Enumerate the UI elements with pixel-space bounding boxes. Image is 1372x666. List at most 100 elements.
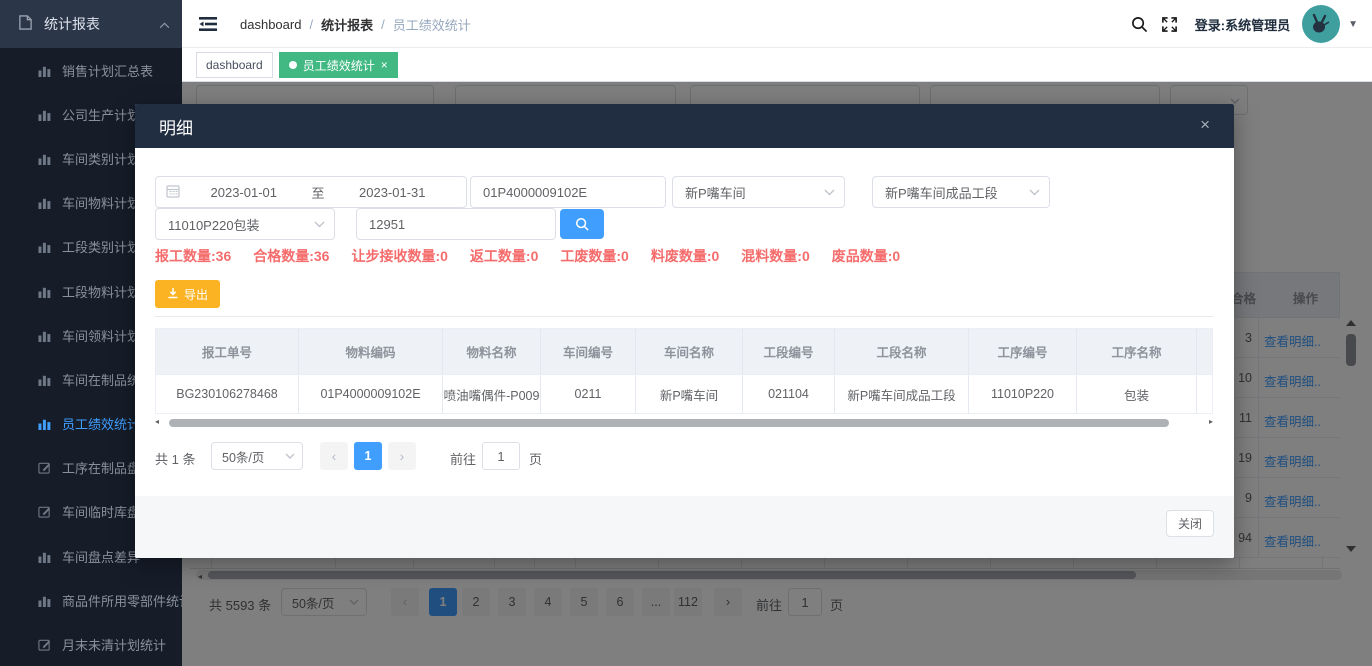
sidebar-item-month-end-open-plan[interactable]: 月末未清计划统计 xyxy=(0,622,182,666)
sidebar-item-label: 销售计划汇总表 xyxy=(62,61,153,80)
modal-header: 明细 × xyxy=(135,104,1234,148)
stat-qualified-qty: 合格数量:36 xyxy=(253,246,329,266)
detail-page-size-select[interactable]: 50条/页 xyxy=(211,442,303,470)
sidebar-item-label: 商品件所用零部件统计 xyxy=(62,591,182,610)
detail-page-button-1[interactable]: 1 xyxy=(354,442,382,470)
detail-table-horizontal-scrollbar[interactable]: ◂ ▸ xyxy=(155,417,1213,429)
caret-down-icon[interactable]: ▼ xyxy=(1348,19,1358,30)
search-button[interactable] xyxy=(560,209,604,239)
breadcrumb-dashboard[interactable]: dashboard xyxy=(240,17,301,32)
page-size-value: 50条/页 xyxy=(222,447,264,466)
tab-close-icon[interactable]: × xyxy=(381,59,388,71)
sidebar-item-label: 工段类别计划 xyxy=(62,237,140,256)
avatar[interactable] xyxy=(1302,5,1340,43)
sidebar-item-label: 月末未清计划统计 xyxy=(62,635,166,654)
col-header: 报工单号 xyxy=(156,329,299,374)
detail-pagination: 共 1 条 50条/页 ‹ 1 › 前往 页 xyxy=(135,442,1234,470)
edit-icon xyxy=(38,638,52,652)
date-range-picker[interactable]: 2023-01-01 至 2023-01-31 xyxy=(155,176,467,208)
export-button[interactable]: 导出 xyxy=(155,280,220,308)
bar-chart-icon xyxy=(38,196,52,210)
sidebar-item-label: 员工绩效统计 xyxy=(62,414,140,433)
scrollbar-thumb[interactable] xyxy=(169,419,1169,427)
employee-no-input[interactable] xyxy=(357,209,555,239)
stat-waste-qty: 废品数量:0 xyxy=(832,246,900,266)
col-header: 工段编号 xyxy=(743,329,835,374)
detail-table-header-row: 报工单号 物料编码 物料名称 车间编号 车间名称 工段编号 工段名称 工序编号 … xyxy=(156,329,1212,374)
sidebar-menu-statistics-reports[interactable]: 统计报表 xyxy=(0,0,182,48)
process-select[interactable]: 11010P220包装 xyxy=(155,208,335,240)
cell-process-no: 11010P220 xyxy=(969,374,1077,413)
sidebar-toggle-icon[interactable] xyxy=(198,14,218,34)
chevron-up-icon xyxy=(159,16,170,32)
login-user-label: 登录:系统管理员 xyxy=(1195,15,1290,34)
detail-next-page-button[interactable]: › xyxy=(388,442,416,470)
sidebar-item-product-parts-stats[interactable]: 商品件所用零部件统计 xyxy=(0,578,182,622)
section-select[interactable]: 新P嘴车间成品工段 xyxy=(872,176,1050,208)
bar-chart-icon xyxy=(38,284,52,298)
close-button-label: 关闭 xyxy=(1178,515,1202,532)
cell-material-code: 01P4000009102E xyxy=(299,374,443,413)
cell-section-name: 新P嘴车间成品工段 xyxy=(835,374,969,413)
bar-chart-icon xyxy=(38,151,52,165)
bar-chart-icon xyxy=(38,593,52,607)
col-header: 工序编号 xyxy=(969,329,1077,374)
tab-employee-performance[interactable]: 员工绩效统计 × xyxy=(279,52,398,78)
stat-concession-qty: 让步接收数量:0 xyxy=(351,246,447,266)
detail-table: 报工单号 物料编码 物料名称 车间编号 车间名称 工段编号 工段名称 工序编号 … xyxy=(155,328,1213,414)
modal-title: 明细 xyxy=(159,114,193,139)
workshop-select[interactable]: 新P嘴车间 xyxy=(672,176,845,208)
modal-close-icon[interactable]: × xyxy=(1200,116,1210,133)
cell-material-name: 喷油嘴偶件-P009 xyxy=(443,374,541,413)
sidebar-item-label: 工段物料计划 xyxy=(62,282,140,301)
active-tab-dot xyxy=(289,61,297,69)
detail-page-unit-label: 页 xyxy=(529,449,542,468)
sidebar-item-sales-plan-summary[interactable]: 销售计划汇总表 xyxy=(0,48,182,92)
calendar-icon xyxy=(166,184,180,201)
bar-chart-icon xyxy=(38,372,52,386)
chevron-down-icon xyxy=(1029,189,1040,196)
sidebar-header-label: 统计报表 xyxy=(44,14,159,34)
sidebar-item-label: 车间物料计划 xyxy=(62,193,140,212)
breadcrumb-statistics[interactable]: 统计报表 xyxy=(321,15,373,34)
close-button[interactable]: 关闭 xyxy=(1166,510,1214,537)
detail-table-row: BG230106278468 01P4000009102E 喷油嘴偶件-P009… xyxy=(156,374,1212,413)
col-header: 工段名称 xyxy=(835,329,969,374)
top-navbar: dashboard / 统计报表 / 员工绩效统计 登录:系统管理员 ▼ xyxy=(182,0,1372,48)
material-code-input[interactable] xyxy=(471,177,665,207)
start-date-value[interactable]: 2023-01-01 xyxy=(180,185,308,200)
edit-icon xyxy=(38,505,52,519)
sidebar-item-label: 车间盘点差异 xyxy=(62,547,140,566)
summary-stats: 报工数量:36 合格数量:36 让步接收数量:0 返工数量:0 工废数量:0 料… xyxy=(155,246,900,266)
col-header: 物料名称 xyxy=(443,329,541,374)
section-select-value: 新P嘴车间成品工段 xyxy=(885,183,998,202)
chevron-down-icon xyxy=(314,221,325,228)
date-range-separator: 至 xyxy=(308,183,329,202)
workshop-select-value: 新P嘴车间 xyxy=(685,183,746,202)
chevron-down-icon xyxy=(824,189,835,196)
modal-footer: 关闭 xyxy=(135,496,1234,558)
breadcrumb-current-page: 员工绩效统计 xyxy=(393,15,471,34)
tab-dashboard[interactable]: dashboard xyxy=(196,52,273,78)
material-code-input-wrap xyxy=(470,176,666,208)
chevron-down-icon xyxy=(285,453,295,459)
bar-chart-icon xyxy=(38,63,52,77)
end-date-value[interactable]: 2023-01-31 xyxy=(329,185,457,200)
col-header: 车间名称 xyxy=(636,329,743,374)
detail-prev-page-button[interactable]: ‹ xyxy=(320,442,348,470)
cell-workshop-name: 新P嘴车间 xyxy=(636,374,743,413)
divider xyxy=(155,316,1214,317)
cell-process-name: 包装 xyxy=(1077,374,1197,413)
fullscreen-icon[interactable] xyxy=(1155,0,1185,48)
detail-goto-page-input[interactable] xyxy=(482,442,520,470)
tab-label: 员工绩效统计 xyxy=(303,57,375,74)
col-header-filler xyxy=(1197,329,1212,374)
detail-goto-label: 前往 xyxy=(450,449,476,468)
search-icon[interactable] xyxy=(1125,0,1155,48)
scroll-right-arrow-icon[interactable]: ▸ xyxy=(1209,417,1213,426)
breadcrumb-separator: / xyxy=(381,17,385,32)
topbar-actions: 登录:系统管理员 ▼ xyxy=(1125,0,1372,48)
breadcrumb: dashboard / 统计报表 / 员工绩效统计 xyxy=(240,0,471,48)
stat-rework-qty: 返工数量:0 xyxy=(470,246,538,266)
scroll-left-arrow-icon[interactable]: ◂ xyxy=(155,417,159,426)
